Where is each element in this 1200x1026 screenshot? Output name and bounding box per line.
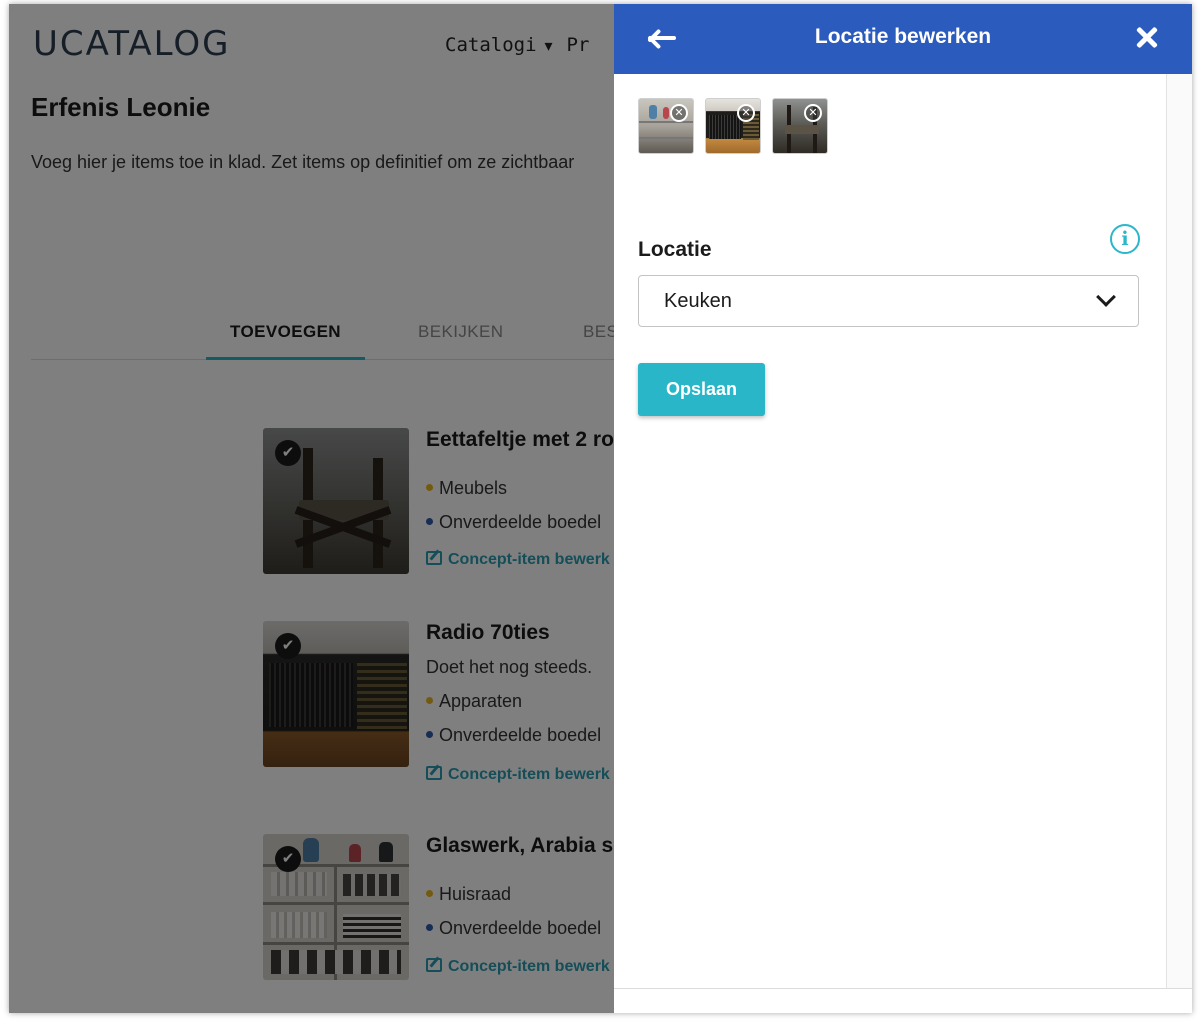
photo-thumbnail-glassware[interactable]: ✕	[638, 98, 694, 154]
edit-location-drawer: Locatie bewerken ✕ ✕ ✕ Locatie i Keuken	[614, 4, 1192, 1013]
location-select[interactable]: Keuken	[638, 275, 1139, 327]
drawer-scrollbar[interactable]	[1166, 74, 1192, 988]
drawer-footer	[614, 988, 1192, 1013]
photo-thumbnail-radio[interactable]: ✕	[705, 98, 761, 154]
chevron-down-icon	[1096, 287, 1116, 307]
save-button[interactable]: Opslaan	[638, 363, 765, 416]
drawer-title: Locatie bewerken	[814, 25, 992, 48]
drawer-header: Locatie bewerken	[614, 4, 1192, 74]
drawer-body: ✕ ✕ ✕ Locatie i Keuken Opslaan	[614, 74, 1166, 988]
remove-photo-icon[interactable]: ✕	[737, 104, 755, 122]
photo-thumbnail-chair[interactable]: ✕	[772, 98, 828, 154]
remove-photo-icon[interactable]: ✕	[670, 104, 688, 122]
close-icon[interactable]	[1130, 20, 1166, 56]
location-label: Locatie	[638, 238, 712, 261]
browser-window: UCATALOG Catalogi▾ Pr Erfenis Leonie Voe…	[9, 4, 1192, 1013]
info-icon[interactable]: i	[1110, 224, 1140, 254]
remove-photo-icon[interactable]: ✕	[804, 104, 822, 122]
location-select-value: Keuken	[664, 290, 732, 312]
